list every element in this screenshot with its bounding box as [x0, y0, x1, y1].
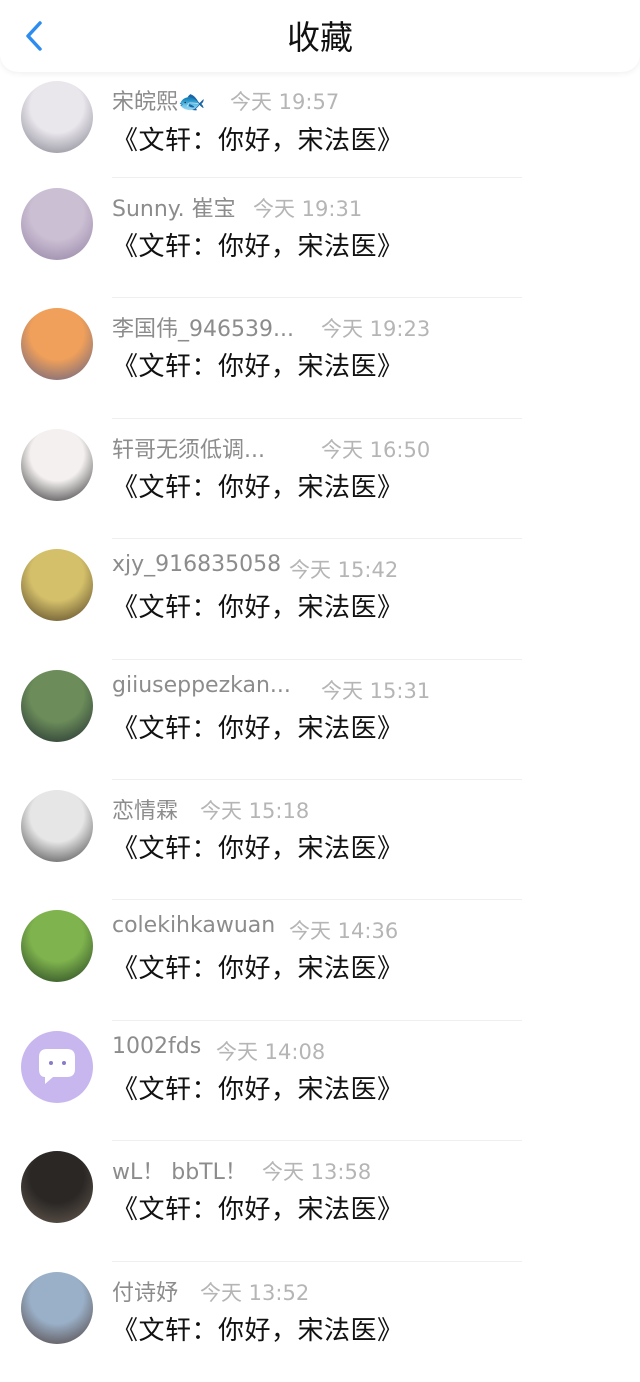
item-title[interactable]: 《文轩：你好，宋法医》: [112, 1189, 404, 1226]
timestamp: 今天 19:31: [253, 197, 363, 221]
avatar[interactable]: [21, 910, 93, 983]
avatar[interactable]: [21, 669, 93, 742]
avatar[interactable]: [21, 1030, 93, 1103]
list-item[interactable]: 1002fds 今天 14:08 《文轩：你好，宋法医》: [0, 1021, 640, 1142]
item-title[interactable]: 《文轩：你好，宋法医》: [112, 467, 404, 504]
list-item[interactable]: wL！ bbTL！ 今天 13:58 《文轩：你好，宋法医》: [0, 1141, 640, 1262]
page-title: 收藏: [287, 18, 353, 57]
avatar[interactable]: [21, 428, 93, 501]
timestamp: 今天 15:31: [321, 678, 431, 703]
user-nickname[interactable]: giiuseppezkan...: [112, 673, 291, 698]
user-nickname[interactable]: 恋情霖: [112, 793, 178, 825]
user-nickname[interactable]: Sunny. 崔宝: [112, 191, 236, 223]
item-title[interactable]: 《文轩：你好，宋法医》: [112, 948, 404, 985]
timestamp: 今天 13:58: [262, 1160, 372, 1185]
user-nickname[interactable]: 1002fds: [112, 1034, 201, 1059]
user-nickname[interactable]: 宋皖熙🐟: [112, 84, 205, 116]
item-title[interactable]: 《文轩：你好，宋法医》: [112, 226, 404, 263]
item-meta: Sunny. 崔宝: [112, 191, 236, 223]
item-meta: 恋情霖: [112, 793, 178, 825]
timestamp: 今天 15:18: [200, 798, 310, 823]
user-nickname[interactable]: colekihkawuan: [112, 913, 275, 938]
timestamp: 今天 14:36: [289, 919, 399, 944]
item-meta: 1002fds: [112, 1034, 201, 1064]
avatar[interactable]: [21, 789, 93, 862]
item-meta: 宋皖熙🐟: [112, 84, 205, 116]
list-item[interactable]: Sunny. 崔宝 今天 19:31 《文轩：你好，宋法医》: [0, 178, 640, 299]
item-meta: 李国伟_946539...: [112, 311, 294, 343]
favorites-list: 宋皖熙🐟 今天 19:57 《文轩：你好，宋法医》 Sunny. 崔宝 今天 19:31…: [0, 72, 640, 1382]
top-bar: 收藏: [0, 0, 640, 72]
list-item[interactable]: xjy_916835058 今天 15:42 《文轩：你好，宋法医》: [0, 539, 640, 660]
list-item[interactable]: 宋皖熙🐟 今天 19:57 《文轩：你好，宋法医》: [0, 72, 640, 178]
list-item[interactable]: 轩哥无须低调... 今天 16:50 《文轩：你好，宋法医》: [0, 419, 640, 540]
avatar[interactable]: [21, 549, 93, 622]
timestamp: 今天 19:23: [321, 317, 431, 342]
list-item[interactable]: 恋情霖 今天 15:18 《文轩：你好，宋法医》: [0, 780, 640, 901]
user-nickname[interactable]: 付诗妤: [112, 1275, 178, 1307]
item-meta: 轩哥无须低调...: [112, 432, 265, 464]
avatar[interactable]: [21, 1271, 93, 1344]
user-nickname[interactable]: xjy_916835058: [112, 552, 281, 577]
item-title[interactable]: 《文轩：你好，宋法医》: [112, 1310, 404, 1347]
item-title[interactable]: 《文轩：你好，宋法医》: [112, 120, 404, 157]
chat-bubble-icon: [39, 1048, 75, 1084]
item-meta: colekihkawuan: [112, 913, 275, 943]
item-title[interactable]: 《文轩：你好，宋法医》: [112, 346, 404, 383]
list-item[interactable]: 李国伟_946539... 今天 19:23 《文轩：你好，宋法医》: [0, 298, 640, 419]
timestamp: 今天 14:08: [216, 1039, 326, 1064]
item-meta: giiuseppezkan...: [112, 673, 291, 703]
avatar[interactable]: [21, 1151, 93, 1224]
item-meta: xjy_916835058: [112, 552, 281, 582]
item-title[interactable]: 《文轩：你好，宋法医》: [112, 587, 404, 624]
item-meta: 付诗妤: [112, 1275, 178, 1307]
list-item[interactable]: colekihkawuan 今天 14:36 《文轩：你好，宋法医》: [0, 900, 640, 1021]
avatar[interactable]: [21, 308, 93, 381]
item-meta: wL！ bbTL！: [112, 1154, 247, 1186]
item-title[interactable]: 《文轩：你好，宋法医》: [112, 1069, 404, 1106]
timestamp: 今天 15:42: [289, 558, 399, 583]
user-nickname[interactable]: wL！ bbTL！: [112, 1154, 247, 1186]
item-title[interactable]: 《文轩：你好，宋法医》: [112, 828, 404, 865]
avatar[interactable]: [21, 188, 93, 260]
timestamp: 今天 19:57: [230, 90, 340, 114]
timestamp: 今天 13:52: [200, 1280, 310, 1305]
item-title[interactable]: 《文轩：你好，宋法医》: [112, 708, 404, 745]
timestamp: 今天 16:50: [321, 437, 431, 462]
list-item[interactable]: 付诗妤 今天 13:52 《文轩：你好，宋法医》: [0, 1262, 640, 1382]
avatar[interactable]: [21, 81, 93, 153]
list-item[interactable]: giiuseppezkan... 今天 15:31 《文轩：你好，宋法医》: [0, 660, 640, 780]
user-nickname[interactable]: 轩哥无须低调...: [112, 432, 265, 464]
user-nickname[interactable]: 李国伟_946539...: [112, 311, 294, 343]
